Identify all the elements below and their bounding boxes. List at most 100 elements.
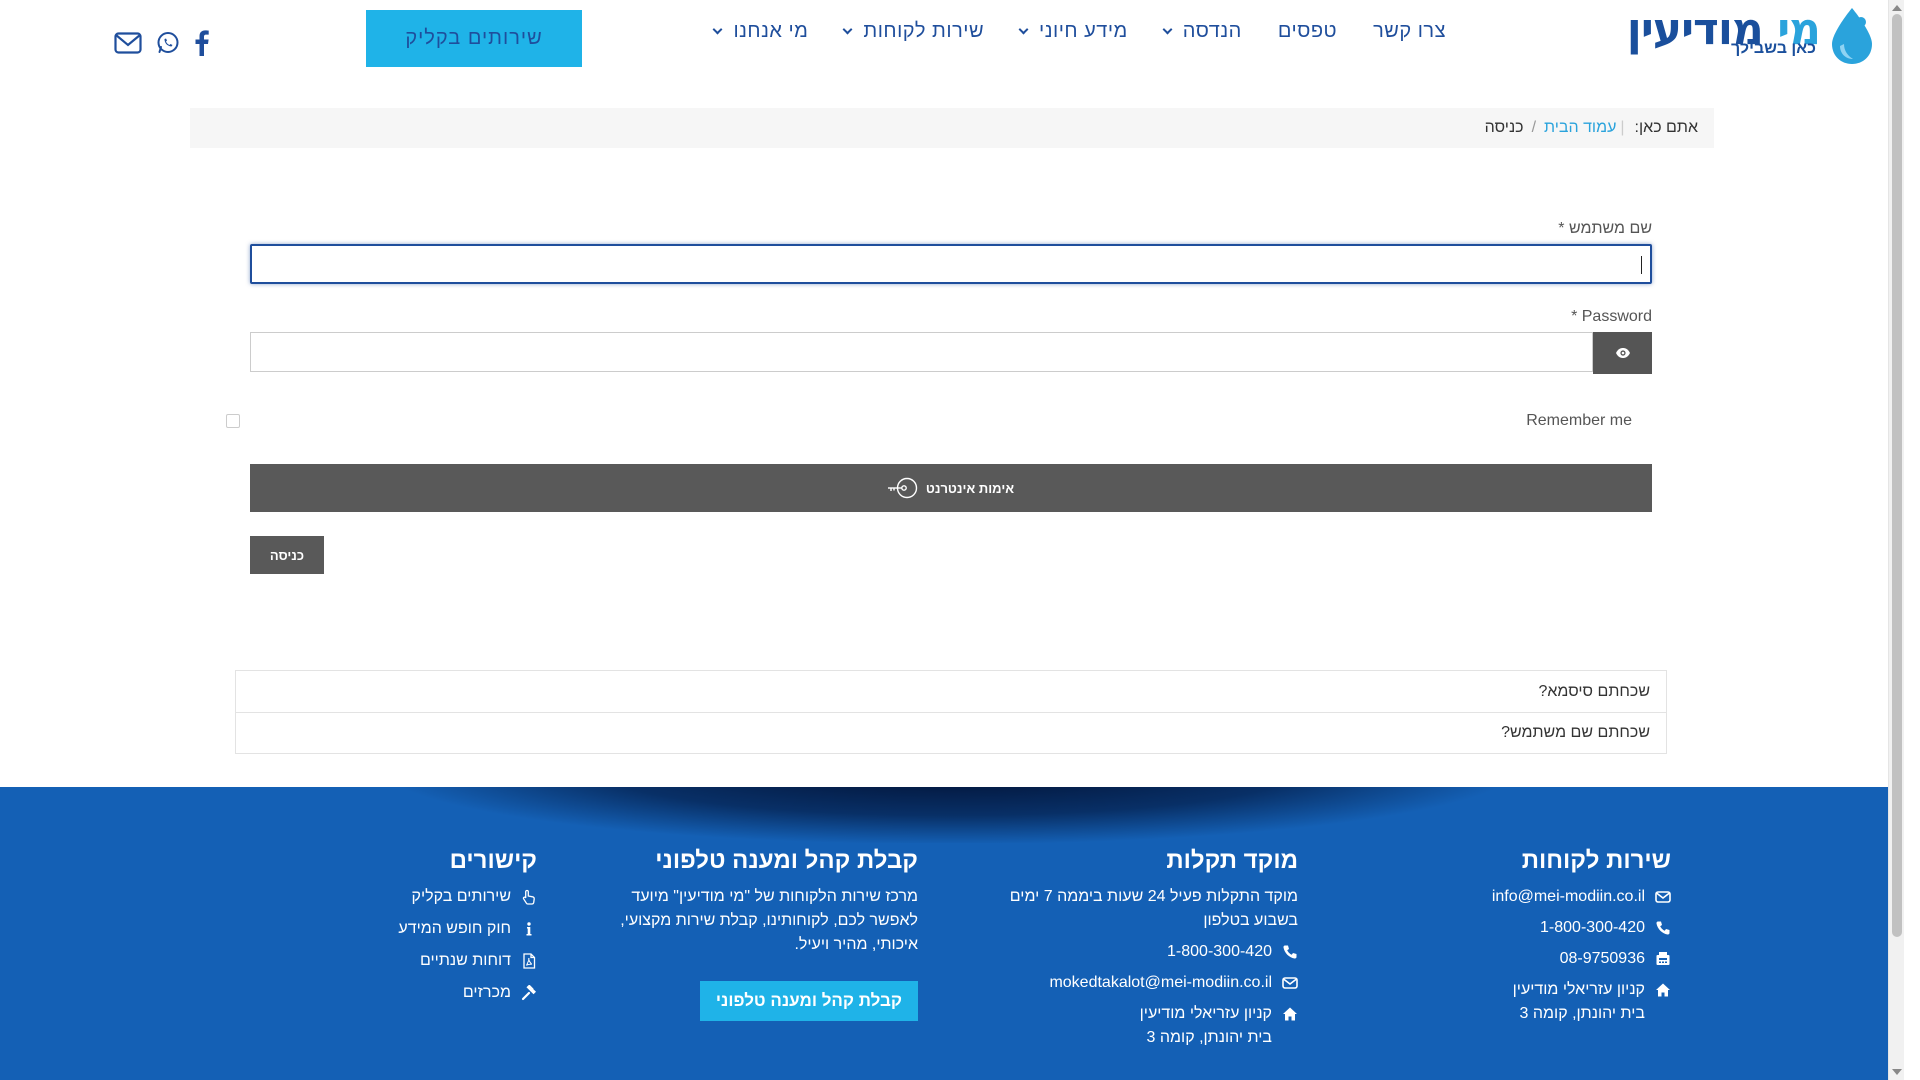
chevron-down-icon bbox=[842, 24, 853, 34]
site-header: מי מודיעין כאן בשבילך מי אנחנו שירות לקוח… bbox=[0, 0, 1904, 82]
footer-link-label: מכרזים bbox=[462, 984, 511, 1001]
key-icon bbox=[887, 477, 918, 499]
nav-item-label: הנדסה bbox=[1182, 19, 1242, 42]
main-nav: מי אנחנו שירות לקוחות מידע חיוני הנדסה טפסים… bbox=[696, 18, 1464, 44]
customer-service-address-line2: בית יהונתן, קומה 3 bbox=[1519, 1005, 1645, 1022]
reception-description: מרכז שירות הלקוחות של "מי מודיעין" מיועד… bbox=[620, 888, 918, 953]
footer-links: קישורים שירותים בקליק חוק חופש המידע דוח… bbox=[377, 847, 537, 1013]
footer-fault-center: מוקד תקלות מוקד התקלות פעיל 24 שעות ביממ… bbox=[978, 847, 1298, 1057]
username-input[interactable] bbox=[250, 244, 1652, 284]
username-label: שם משתמש * bbox=[1558, 220, 1652, 237]
footer-link-label: חוק חופש המידע bbox=[398, 920, 511, 937]
fault-center-title: מוקד תקלות bbox=[1166, 847, 1298, 874]
remember-me-checkbox[interactable] bbox=[226, 414, 240, 428]
footer-link-label: שירותים בקליק bbox=[411, 888, 511, 905]
nav-item-essential-info[interactable]: מידע חיוני bbox=[1002, 20, 1146, 43]
internet-auth-label: אימות אינטרנט bbox=[925, 480, 1015, 496]
hand-pointer-icon bbox=[522, 889, 535, 905]
customer-service-email-text: info@mei-modiin.co.il bbox=[1491, 888, 1645, 905]
password-input[interactable] bbox=[250, 332, 1593, 372]
chevron-down-icon bbox=[1018, 24, 1029, 34]
remember-me-label: Remember me bbox=[1526, 412, 1632, 429]
site-logo[interactable]: מי מודיעין כאן בשבילך bbox=[1627, 2, 1878, 68]
home-icon bbox=[1656, 983, 1670, 997]
home-icon bbox=[1283, 1007, 1297, 1021]
footer-link-services[interactable]: שירותים בקליק bbox=[377, 885, 537, 909]
fax-icon bbox=[1656, 952, 1670, 965]
footer-link-foi[interactable]: חוק חופש המידע bbox=[377, 917, 537, 941]
chevron-down-icon bbox=[1162, 24, 1173, 34]
scroll-down-arrow-icon[interactable] bbox=[1892, 1069, 1902, 1075]
password-row bbox=[250, 332, 1652, 374]
password-label: Password * bbox=[1571, 308, 1652, 325]
nav-item-label: שירות לקוחות bbox=[863, 19, 985, 42]
login-form: שם משתמש * Password * Remember me אימות … bbox=[226, 220, 1652, 574]
show-password-button[interactable] bbox=[1593, 332, 1652, 374]
eye-icon bbox=[1615, 348, 1630, 358]
nav-item-customer-service[interactable]: שירות לקוחות bbox=[826, 20, 1002, 43]
nav-item-about[interactable]: מי אנחנו bbox=[696, 20, 826, 43]
nav-item-engineering[interactable]: הנדסה bbox=[1146, 20, 1260, 43]
fault-center-phone-text: 1-800-300-420 bbox=[1167, 943, 1272, 960]
breadcrumb-prefix: אתם כאן: bbox=[1634, 119, 1698, 136]
reception-button[interactable]: קבלת קהל ומענה טלפוני bbox=[699, 981, 918, 1021]
pdf-file-icon bbox=[523, 953, 536, 969]
facebook-icon[interactable] bbox=[194, 30, 210, 56]
fault-center-email-text: mokedtakalot@mei-modiin.co.il bbox=[1049, 974, 1272, 991]
nav-item-label: טפסים bbox=[1277, 19, 1338, 42]
nav-item-label: צרו קשר bbox=[1373, 19, 1446, 42]
remember-me-row: Remember me bbox=[226, 410, 1652, 434]
fault-center-address-line1: קניון עזריאלי מודיעין bbox=[1139, 1005, 1272, 1022]
nav-item-forms[interactable]: טפסים bbox=[1260, 20, 1355, 43]
info-icon bbox=[526, 922, 532, 936]
footer-link-label: דוחות שנתיים bbox=[419, 952, 511, 969]
nav-item-contact[interactable]: צרו קשר bbox=[1355, 20, 1464, 43]
phone-icon bbox=[1283, 945, 1297, 959]
breadcrumb-separator: / bbox=[1531, 119, 1537, 136]
reception-title: קבלת קהל ומענה טלפוני bbox=[655, 847, 918, 874]
breadcrumb-current: כניסה bbox=[1484, 119, 1524, 136]
customer-service-phone-text: 1-800-300-420 bbox=[1540, 919, 1645, 936]
customer-service-address-line1: קניון עזריאלי מודיעין bbox=[1512, 981, 1645, 998]
forgot-username-link[interactable]: שכחתם שם משתמש? bbox=[236, 712, 1666, 753]
footer-link-tenders[interactable]: מכרזים bbox=[377, 981, 537, 1005]
social-links bbox=[114, 30, 210, 56]
nav-item-label: מידע חיוני bbox=[1039, 19, 1128, 42]
envelope-icon bbox=[1655, 891, 1671, 903]
fault-center-address: קניון עזריאלי מודיעין בית יהונתן, קומה 3 bbox=[978, 1002, 1298, 1050]
envelope-icon bbox=[1282, 977, 1298, 989]
whatsapp-icon[interactable] bbox=[156, 31, 180, 55]
nav-item-label: מי אנחנו bbox=[733, 19, 809, 42]
scroll-up-arrow-icon[interactable] bbox=[1892, 5, 1902, 11]
site-footer: שירות לקוחות info@mei-modiin.co.il 1-800… bbox=[0, 787, 1904, 1080]
water-drop-icon bbox=[1832, 8, 1872, 64]
breadcrumb-home-link[interactable]: עמוד הבית bbox=[1544, 119, 1616, 137]
page-scrollbar[interactable] bbox=[1888, 0, 1904, 1080]
breadcrumb: אתם כאן: | עמוד הבית / כניסה bbox=[190, 108, 1714, 148]
footer-reception: קבלת קהל ומענה טלפוני מרכז שירות הלקוחות… bbox=[598, 847, 918, 1021]
text-caret bbox=[1641, 256, 1642, 274]
breadcrumb-divider: | bbox=[1620, 119, 1625, 136]
chevron-down-icon bbox=[712, 24, 723, 34]
services-click-button[interactable]: שירותים בקליק bbox=[366, 10, 582, 67]
forgot-password-link[interactable]: שכחתם סיסמא? bbox=[236, 671, 1666, 712]
customer-service-phone[interactable]: 1-800-300-420 bbox=[1451, 916, 1671, 940]
internet-auth-button[interactable]: אימות אינטרנט bbox=[250, 464, 1652, 512]
customer-service-title: שירות לקוחות bbox=[1521, 847, 1671, 874]
scrollbar-thumb[interactable] bbox=[1892, 14, 1902, 937]
gavel-icon bbox=[521, 985, 537, 1001]
fault-center-address-line2: בית יהונתן, קומה 3 bbox=[1146, 1029, 1272, 1046]
customer-service-fax-text: 08-9750936 bbox=[1559, 950, 1645, 967]
customer-service-address: קניון עזריאלי מודיעין בית יהונתן, קומה 3 bbox=[1451, 978, 1671, 1026]
customer-service-email[interactable]: info@mei-modiin.co.il bbox=[1451, 885, 1671, 909]
logo-tagline: כאן בשבילך bbox=[1731, 40, 1816, 57]
fault-center-phone[interactable]: 1-800-300-420 bbox=[978, 940, 1298, 964]
envelope-icon[interactable] bbox=[114, 32, 142, 54]
customer-service-fax: 08-9750936 bbox=[1451, 947, 1671, 971]
forgot-links: שכחתם סיסמא? שכחתם שם משתמש? bbox=[235, 670, 1667, 754]
footer-customer-service: שירות לקוחות info@mei-modiin.co.il 1-800… bbox=[1451, 847, 1671, 1033]
footer-link-reports[interactable]: דוחות שנתיים bbox=[377, 949, 537, 973]
login-button[interactable]: כניסה bbox=[250, 536, 324, 574]
fault-center-email[interactable]: mokedtakalot@mei-modiin.co.il bbox=[978, 971, 1298, 995]
footer-shadow bbox=[390, 787, 1510, 843]
